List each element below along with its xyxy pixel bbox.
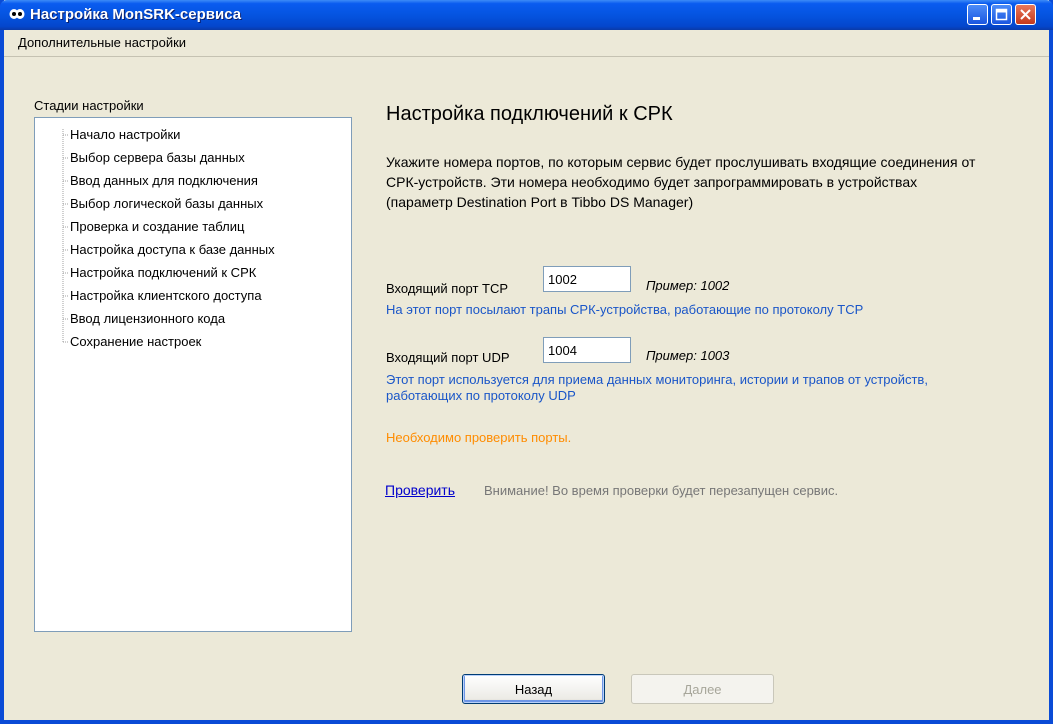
tcp-port-hint: На этот порт посылают трапы СРК-устройст…: [386, 302, 864, 317]
udp-port-label: Входящий порт UDP: [386, 350, 510, 365]
minimize-icon: [973, 17, 980, 20]
maximize-icon: [995, 8, 1008, 21]
menu-bar: Дополнительные настройки: [4, 30, 1049, 57]
menu-advanced-settings[interactable]: Дополнительные настройки: [18, 35, 186, 50]
tree-item-license[interactable]: Ввод лицензионного кода: [70, 310, 225, 328]
back-button[interactable]: Назад: [462, 674, 605, 704]
tcp-port-input[interactable]: [543, 266, 631, 292]
app-window: Настройка MonSRK-сервиса Дополнительные …: [0, 0, 1053, 724]
stages-tree[interactable]: Начало настройки Выбор сервера базы данн…: [34, 117, 352, 632]
close-icon: [1020, 9, 1031, 20]
restart-notice: Внимание! Во время проверки будет переза…: [484, 483, 839, 498]
udp-port-example: Пример: 1003: [646, 348, 730, 363]
tree-item-connection-data[interactable]: Ввод данных для подключения: [70, 172, 258, 190]
tree-item-srk-connections[interactable]: Настройка подключений к СРК: [70, 264, 256, 282]
tree-item-client-access[interactable]: Настройка клиентского доступа: [70, 287, 262, 305]
page-description: Укажите номера портов, по которым сервис…: [386, 154, 976, 210]
close-button[interactable]: [1015, 4, 1036, 25]
tree-lines: [62, 129, 69, 343]
stages-label: Стадии настройки: [34, 98, 144, 113]
window-title: Настройка MonSRK-сервиса: [30, 6, 242, 23]
port-check-warning: Необходимо проверить порты.: [386, 430, 572, 445]
app-logo-icon: [9, 9, 25, 19]
tcp-port-label: Входящий порт TCP: [386, 281, 509, 296]
tree-item-db-access[interactable]: Настройка доступа к базе данных: [70, 241, 275, 259]
title-bar[interactable]: Настройка MonSRK-сервиса: [0, 0, 1053, 30]
udp-port-input[interactable]: [543, 337, 631, 363]
tcp-port-example: Пример: 1002: [646, 278, 730, 293]
tree-item-logical-db[interactable]: Выбор логической базы данных: [70, 195, 263, 213]
maximize-button[interactable]: [991, 4, 1012, 25]
tree-item-start[interactable]: Начало настройки: [70, 126, 180, 144]
udp-port-hint: Этот порт используется для приема данных…: [386, 372, 928, 403]
tree-item-db-server[interactable]: Выбор сервера базы данных: [70, 149, 245, 167]
tree-item-save[interactable]: Сохранение настроек: [70, 333, 201, 351]
next-button[interactable]: Далее: [631, 674, 774, 704]
check-ports-link[interactable]: Проверить: [385, 482, 455, 498]
tree-item-tables[interactable]: Проверка и создание таблиц: [70, 218, 244, 236]
minimize-button[interactable]: [967, 4, 988, 25]
page-title: Настройка подключений к СРК: [386, 103, 673, 125]
